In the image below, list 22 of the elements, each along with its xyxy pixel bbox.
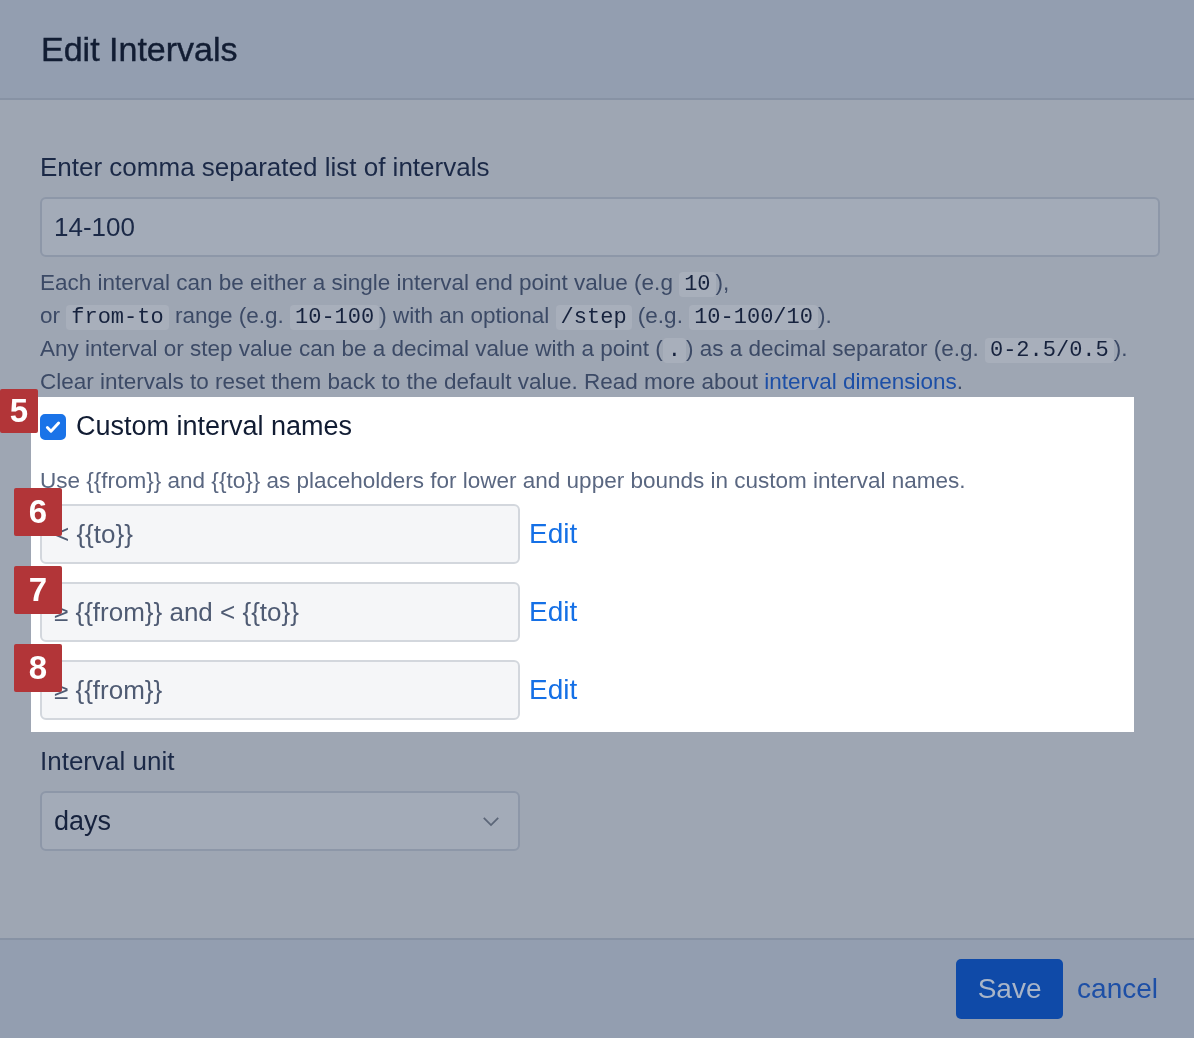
help-text: or from-to range (e.g. 10-100 ) with an optional /step (e.g. 10-100/10 ). (40, 302, 833, 332)
edit-link[interactable]: Edit (529, 596, 578, 628)
help-text: Any interval or step value can be a decimal value with a point ( . ) as a decimal separator (e.g. 0-2.5/0.5 ). (40, 335, 1129, 365)
callout-badge: 7 (14, 566, 62, 614)
help-text: Clear intervals to reset them back to the default value. Read more about interval dimensions. (40, 368, 964, 396)
callout-badge: 5 (0, 389, 38, 433)
chevron-down-icon (482, 815, 500, 827)
field-label: Enter comma separated list of intervals (40, 152, 491, 183)
edit-link[interactable]: Edit (529, 674, 578, 706)
dialog-title: Edit Intervals (41, 29, 238, 69)
field-label: Interval unit (40, 746, 176, 777)
help-text: Each interval can be either a single interval end point value (e.g 10 ), (40, 269, 731, 299)
edit-link[interactable]: Edit (529, 518, 578, 550)
intervals-input[interactable]: 14-100 (40, 197, 1160, 257)
save-button[interactable]: Save (956, 959, 1064, 1019)
callout-badge: 6 (14, 488, 62, 536)
cancel-link[interactable]: cancel (1077, 973, 1158, 1005)
unit-select[interactable]: days (40, 791, 520, 851)
checkbox[interactable] (40, 413, 66, 440)
checkbox-label: Custom interval names (76, 411, 353, 442)
interval-dimensions-link[interactable]: interval dimensions (764, 369, 957, 394)
callout-badge: 8 (14, 644, 62, 692)
